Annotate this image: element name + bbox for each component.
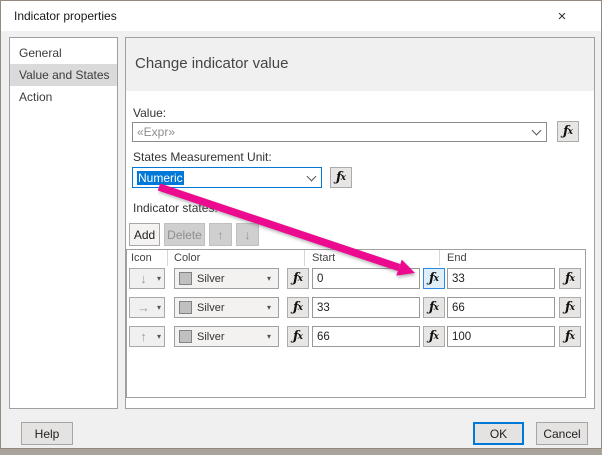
header-separator xyxy=(167,250,168,266)
color-name: Silver xyxy=(197,301,225,314)
color-name: Silver xyxy=(197,330,225,343)
fx-icon-sub: x xyxy=(433,273,439,284)
color-fx-button[interactable]: ƒx xyxy=(287,297,309,318)
up-arrow-icon: ↑ xyxy=(217,227,224,242)
fx-icon-sub: x xyxy=(569,302,575,313)
down-arrow-icon: ↓ xyxy=(244,227,251,242)
fx-icon-sub: x xyxy=(340,172,346,183)
unit-fx-button[interactable]: ƒx xyxy=(330,167,352,188)
ok-button[interactable]: OK xyxy=(473,422,524,445)
indicator-states-label: Indicator states: xyxy=(133,201,218,215)
header-separator xyxy=(304,250,305,266)
fx-icon-sub: x xyxy=(569,273,575,284)
color-fx-button[interactable]: ƒx xyxy=(287,326,309,347)
close-icon: × xyxy=(557,7,567,25)
end-fx-button[interactable]: ƒx xyxy=(559,297,581,318)
dialog-title: Indicator properties xyxy=(14,9,117,23)
page-title: Change indicator value xyxy=(135,55,289,72)
color-swatch xyxy=(179,301,192,314)
navigation-list: General Value and States Action xyxy=(9,37,118,409)
color-dropdown[interactable]: Silver ▾ xyxy=(174,268,279,289)
close-button[interactable]: × xyxy=(547,3,577,29)
start-fx-button[interactable]: ƒx xyxy=(423,297,445,318)
end-value-input[interactable] xyxy=(447,268,555,289)
cancel-button[interactable]: Cancel xyxy=(536,422,588,445)
indicator-state-row: → ▾ Silver ▾ ƒx ƒx ƒx xyxy=(127,297,585,318)
right-arrow-icon: → xyxy=(136,300,150,315)
unit-selected-text: Numeric xyxy=(137,170,184,185)
chevron-down-icon: ▾ xyxy=(266,332,271,341)
column-header-end: End xyxy=(447,252,467,264)
fx-icon-sub: x xyxy=(297,331,303,342)
chevron-down-icon xyxy=(531,125,542,136)
icon-dropdown[interactable]: ↑ ▾ xyxy=(129,326,165,347)
header-separator xyxy=(439,250,440,266)
down-arrow-icon: ↓ xyxy=(140,271,147,286)
background-strip xyxy=(0,449,602,455)
start-fx-button[interactable]: ƒx xyxy=(423,326,445,347)
icon-dropdown[interactable]: ↓ ▾ xyxy=(129,268,165,289)
chevron-down-icon: ▾ xyxy=(156,332,161,341)
value-fx-button[interactable]: ƒx xyxy=(557,121,579,142)
fx-icon-sub: x xyxy=(433,331,439,342)
delete-button[interactable]: Delete xyxy=(164,223,205,246)
column-header-color: Color xyxy=(174,252,201,264)
end-fx-button[interactable]: ƒx xyxy=(559,268,581,289)
color-fx-button[interactable]: ƒx xyxy=(287,268,309,289)
fx-icon-sub: x xyxy=(569,331,575,342)
chevron-down-icon: ▾ xyxy=(266,303,271,312)
indicator-states-table: Icon Color Start End ↓ ▾ Silver ▾ ƒx 0 ƒ… xyxy=(126,249,586,398)
sidebar-item-value-and-states[interactable]: Value and States xyxy=(10,64,117,86)
sidebar-item-action[interactable]: Action xyxy=(10,86,117,108)
sidebar-item-general[interactable]: General xyxy=(10,42,117,64)
screenshot-stage: Indicator properties × General Value and… xyxy=(0,0,602,455)
fx-icon-sub: x xyxy=(433,302,439,313)
fx-icon-sub: x xyxy=(297,302,303,313)
value-combobox[interactable]: «Expr» xyxy=(132,122,547,142)
start-fx-button[interactable]: ƒx xyxy=(423,268,445,289)
color-dropdown[interactable]: Silver ▾ xyxy=(174,297,279,318)
start-value-input[interactable] xyxy=(312,326,420,347)
title-bar[interactable]: Indicator properties × xyxy=(1,1,601,31)
unit-label: States Measurement Unit: xyxy=(133,150,272,164)
value-expression-text: «Expr» xyxy=(137,125,176,139)
chevron-down-icon: ▾ xyxy=(156,303,161,312)
end-fx-button[interactable]: ƒx xyxy=(559,326,581,347)
end-value-input[interactable] xyxy=(447,326,555,347)
color-name: Silver xyxy=(197,272,225,285)
end-value-input[interactable] xyxy=(447,297,555,318)
fx-icon-sub: x xyxy=(297,273,303,284)
add-button[interactable]: Add xyxy=(129,223,160,246)
color-swatch xyxy=(179,330,192,343)
icon-dropdown[interactable]: → ▾ xyxy=(129,297,165,318)
chevron-down-icon: ▾ xyxy=(266,274,271,283)
color-dropdown[interactable]: Silver ▾ xyxy=(174,326,279,347)
help-button[interactable]: Help xyxy=(21,422,73,445)
column-header-start: Start xyxy=(312,252,336,264)
indicator-properties-dialog: Indicator properties × General Value and… xyxy=(0,0,602,449)
fx-icon-sub: x xyxy=(567,126,573,137)
move-down-button[interactable]: ↓ xyxy=(236,223,259,246)
value-label: Value: xyxy=(133,106,167,120)
chevron-down-icon: ▾ xyxy=(156,274,161,283)
up-arrow-icon: ↑ xyxy=(140,329,147,344)
start-value-input[interactable] xyxy=(312,297,420,318)
indicator-state-row: ↓ ▾ Silver ▾ ƒx ƒx ƒx xyxy=(127,268,585,289)
chevron-down-icon xyxy=(306,171,317,181)
panel-header: Change indicator value xyxy=(126,38,594,91)
column-header-icon: Icon xyxy=(131,252,152,264)
start-value-input[interactable] xyxy=(312,268,420,289)
move-up-button[interactable]: ↑ xyxy=(209,223,232,246)
indicator-state-row: ↑ ▾ Silver ▾ ƒx ƒx ƒx xyxy=(127,326,585,347)
color-swatch xyxy=(179,272,192,285)
unit-combobox[interactable]: Numeric xyxy=(132,167,322,188)
